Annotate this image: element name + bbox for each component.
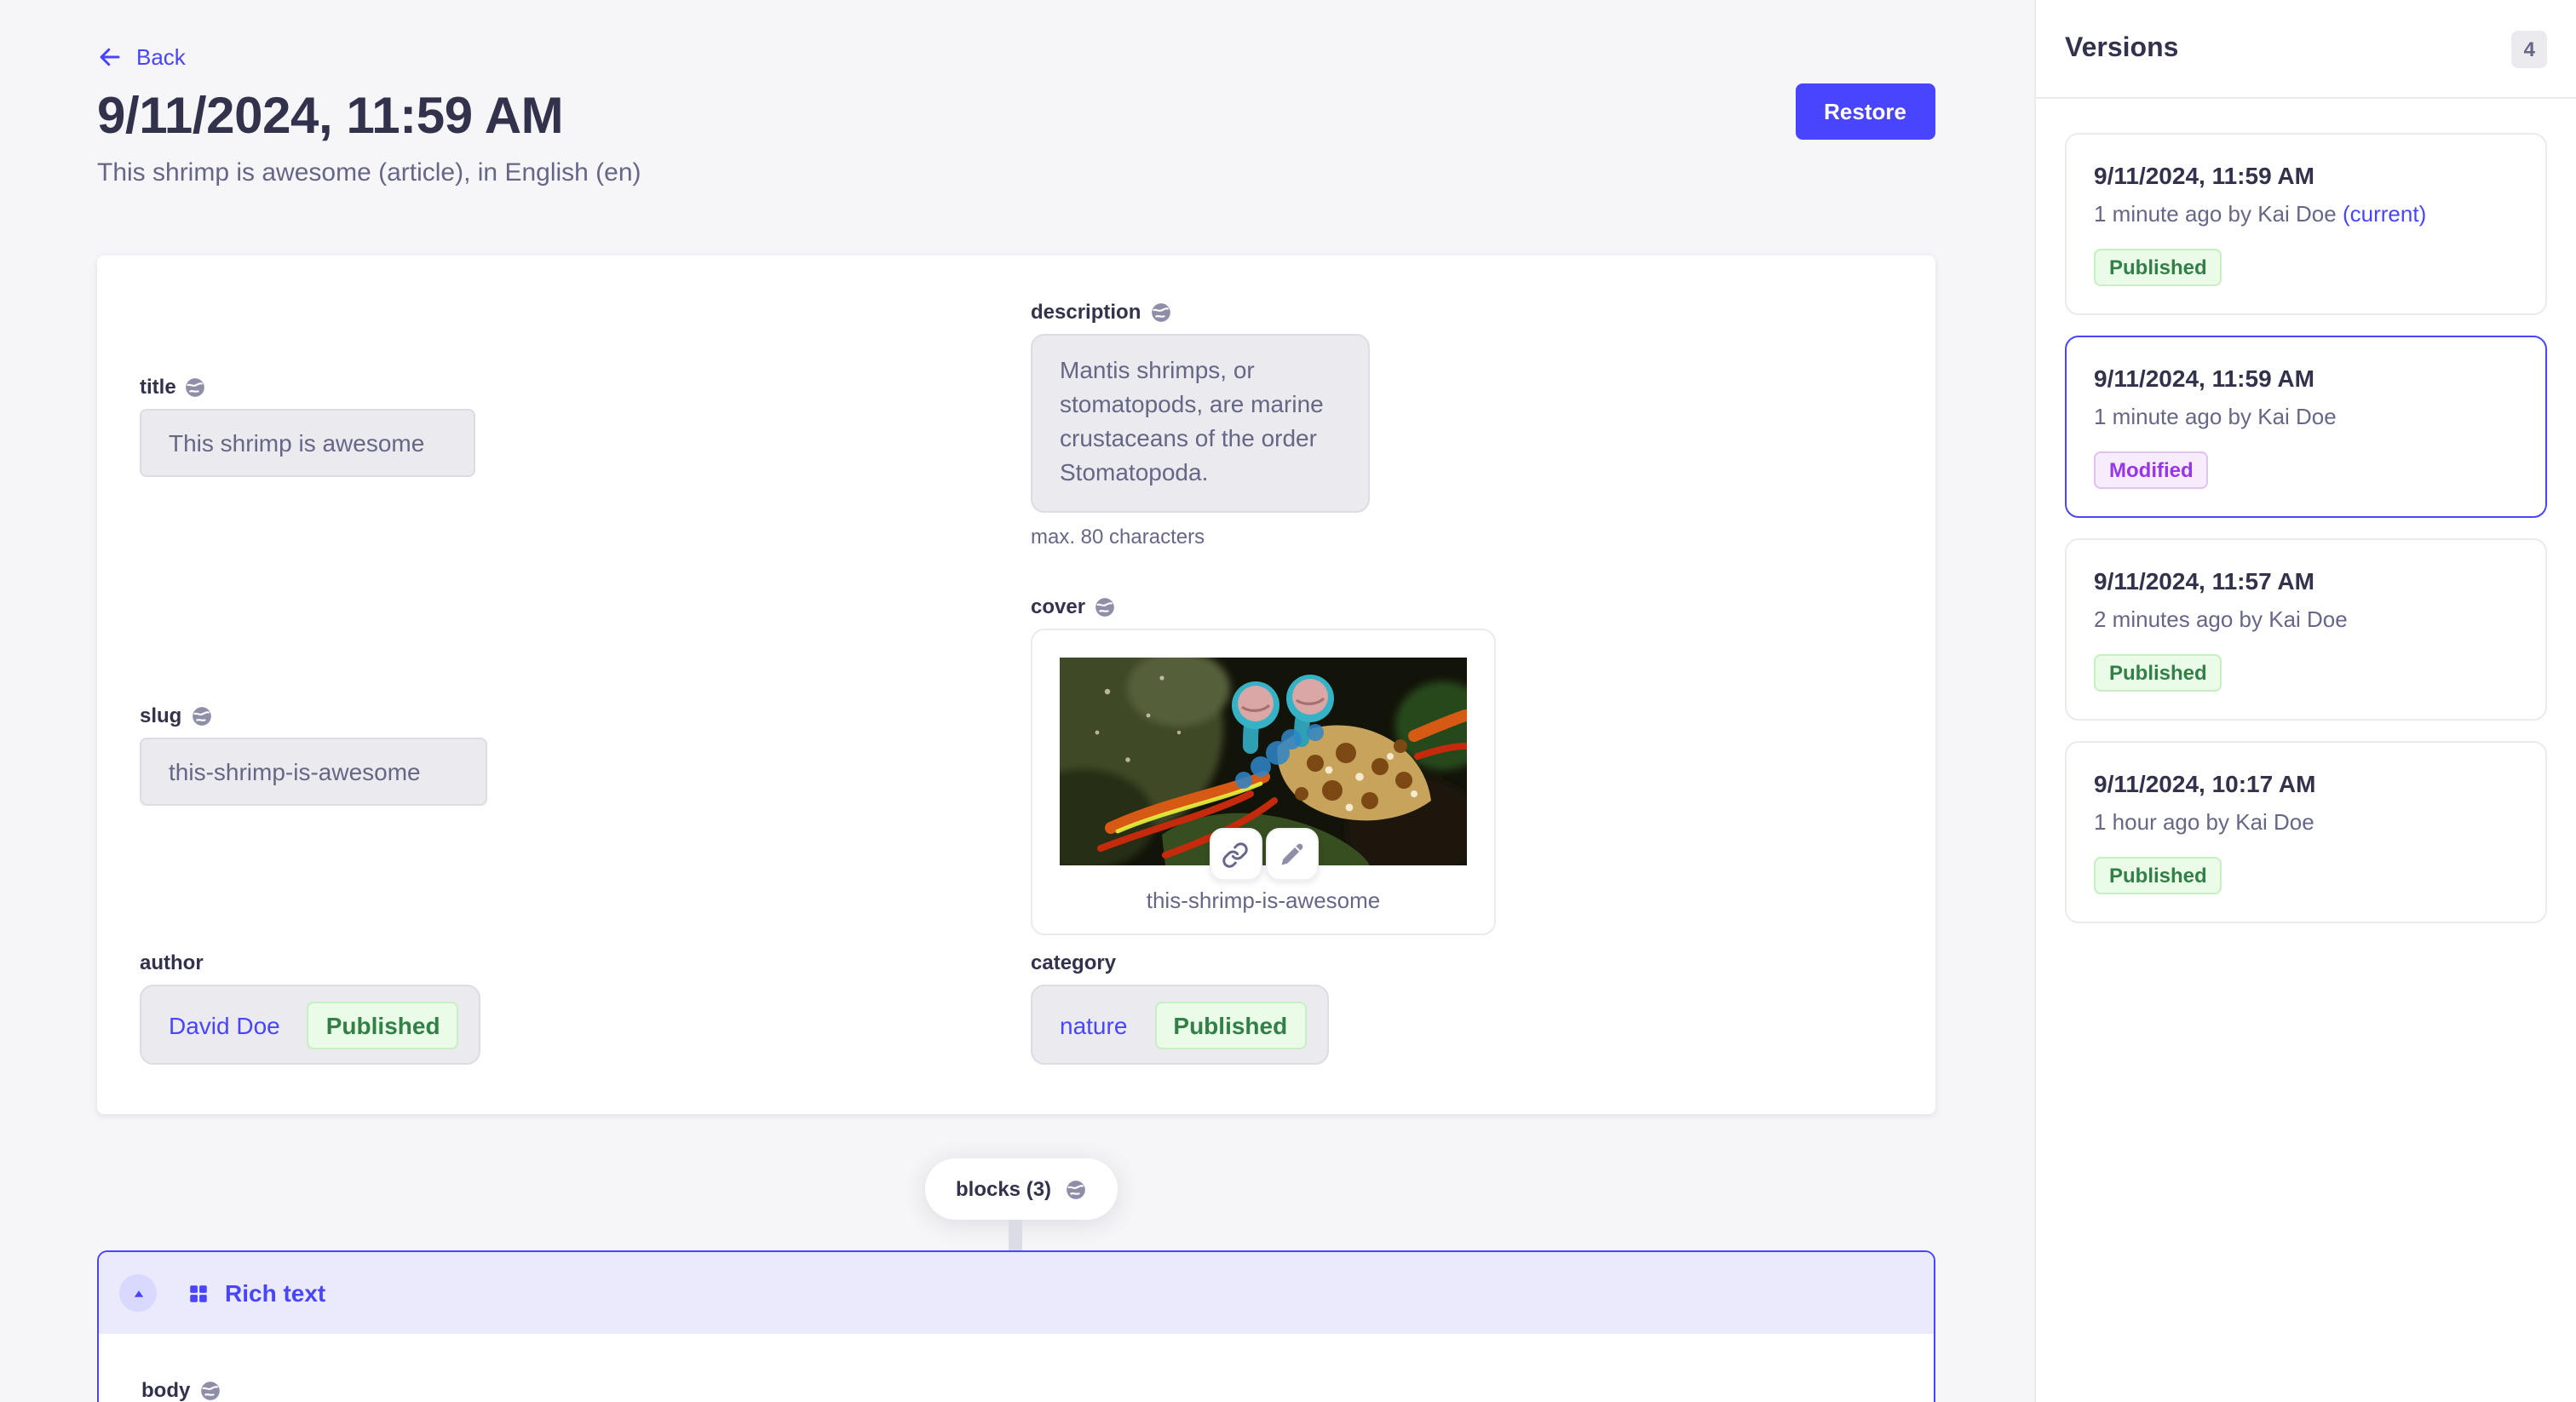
rich-text-header: Rich text bbox=[99, 1252, 1934, 1334]
cover-card: this-shrimp-is-awesome bbox=[1031, 629, 1496, 935]
pencil-icon bbox=[1279, 842, 1304, 867]
back-link[interactable]: Back bbox=[97, 0, 186, 70]
page-subtitle: This shrimp is awesome (article), in Eng… bbox=[97, 158, 1935, 187]
slug-label: slug bbox=[140, 704, 181, 727]
author-relation-box: David Doe Published bbox=[140, 985, 480, 1065]
versions-list: 9/11/2024, 11:59 AM 1 minute ago by Kai … bbox=[2036, 99, 2576, 957]
rich-text-body: body bbox=[99, 1334, 1934, 1402]
cover-copy-link-button[interactable] bbox=[1209, 828, 1262, 881]
category-status-badge: Published bbox=[1154, 1001, 1306, 1049]
globe-icon bbox=[1149, 301, 1171, 323]
category-label: category bbox=[1031, 951, 1116, 974]
author-status-badge: Published bbox=[308, 1001, 459, 1049]
field-slug: slug bbox=[140, 704, 487, 806]
version-status-badge: Modified bbox=[2094, 451, 2209, 489]
blocks-field-toggle[interactable]: blocks (3) bbox=[925, 1158, 1118, 1220]
main-content: Back 9/11/2024, 11:59 AM Restore This sh… bbox=[0, 0, 2033, 1402]
component-grid-icon bbox=[187, 1282, 210, 1304]
cover-caption: this-shrimp-is-awesome bbox=[1060, 888, 1467, 913]
globe-icon bbox=[1065, 1178, 1087, 1200]
version-meta-text: 1 hour ago by Kai Doe bbox=[2094, 809, 2314, 835]
author-link[interactable]: David Doe bbox=[169, 1011, 280, 1038]
version-date: 9/11/2024, 11:59 AM bbox=[2094, 365, 2518, 392]
version-current-tag: (current) bbox=[2343, 201, 2426, 227]
page: Back 9/11/2024, 11:59 AM Restore This sh… bbox=[0, 0, 2576, 1402]
version-form-card: description Mantis shrimps, or stomatopo… bbox=[97, 256, 1935, 1114]
version-meta: 1 minute ago by Kai Doe (current) bbox=[2094, 201, 2518, 227]
category-link[interactable]: nature bbox=[1060, 1011, 1127, 1038]
cover-edit-button[interactable] bbox=[1265, 828, 1318, 881]
blocks-label: blocks (3) bbox=[956, 1177, 1051, 1201]
field-cover: cover bbox=[1031, 595, 1496, 935]
description-hint: max. 80 characters bbox=[1031, 525, 1370, 549]
collapse-toggle-button[interactable] bbox=[119, 1274, 157, 1312]
chevron-up-icon bbox=[130, 1285, 146, 1301]
version-card-selected[interactable]: 9/11/2024, 11:59 AM 1 minute ago by Kai … bbox=[2065, 336, 2547, 518]
version-card[interactable]: 9/11/2024, 10:17 AM 1 hour ago by Kai Do… bbox=[2065, 741, 2547, 923]
version-meta-text: 1 minute ago by Kai Doe bbox=[2094, 201, 2337, 227]
version-date: 9/11/2024, 11:57 AM bbox=[2094, 567, 2518, 595]
field-title: title bbox=[140, 375, 475, 477]
versions-header: Versions 4 bbox=[2036, 0, 2576, 99]
restore-button[interactable]: Restore bbox=[1795, 83, 1935, 140]
field-description: description Mantis shrimps, or stomatopo… bbox=[1031, 300, 1370, 549]
back-arrow-icon bbox=[97, 44, 123, 70]
version-meta-text: 1 minute ago by Kai Doe bbox=[2094, 404, 2337, 429]
body-label: body bbox=[141, 1378, 190, 1402]
globe-icon bbox=[1094, 595, 1116, 618]
version-status-badge: Published bbox=[2094, 654, 2222, 692]
globe-icon bbox=[190, 704, 212, 727]
versions-title: Versions bbox=[2065, 33, 2178, 64]
version-status-badge: Published bbox=[2094, 249, 2222, 286]
version-card[interactable]: 9/11/2024, 11:59 AM 1 minute ago by Kai … bbox=[2065, 133, 2547, 315]
version-meta: 1 hour ago by Kai Doe bbox=[2094, 809, 2518, 835]
category-relation-box: nature Published bbox=[1031, 985, 1329, 1065]
globe-icon bbox=[198, 1379, 221, 1401]
field-category: category nature Published bbox=[1031, 951, 1329, 1065]
cover-label: cover bbox=[1031, 595, 1085, 618]
title-label: title bbox=[140, 375, 176, 399]
author-label: author bbox=[140, 951, 204, 974]
versions-count-badge: 4 bbox=[2512, 30, 2547, 67]
link-icon bbox=[1222, 841, 1249, 868]
field-author: author David Doe Published bbox=[140, 951, 480, 1065]
page-title: 9/11/2024, 11:59 AM bbox=[97, 83, 563, 152]
version-meta-text: 2 minutes ago by Kai Doe bbox=[2094, 606, 2348, 632]
versions-sidebar: Versions 4 9/11/2024, 11:59 AM 1 minute … bbox=[2034, 0, 2576, 1402]
globe-icon bbox=[185, 376, 207, 398]
version-date: 9/11/2024, 10:17 AM bbox=[2094, 770, 2518, 797]
version-status-badge: Published bbox=[2094, 857, 2222, 894]
version-card[interactable]: 9/11/2024, 11:57 AM 2 minutes ago by Kai… bbox=[2065, 538, 2547, 721]
rich-text-title: Rich text bbox=[225, 1279, 325, 1307]
rich-text-block: Rich text body bbox=[97, 1250, 1935, 1402]
cover-actions bbox=[1209, 828, 1318, 881]
back-label: Back bbox=[136, 44, 186, 70]
title-input[interactable] bbox=[140, 409, 475, 477]
version-date: 9/11/2024, 11:59 AM bbox=[2094, 162, 2518, 189]
blocks-connector bbox=[1009, 1220, 1022, 1250]
slug-input[interactable] bbox=[140, 738, 487, 806]
description-label: description bbox=[1031, 300, 1141, 324]
version-meta: 1 minute ago by Kai Doe bbox=[2094, 404, 2518, 429]
version-meta: 2 minutes ago by Kai Doe bbox=[2094, 606, 2518, 632]
cover-media bbox=[1060, 658, 1467, 865]
description-textarea[interactable]: Mantis shrimps, or stomatopods, are mari… bbox=[1031, 334, 1370, 513]
